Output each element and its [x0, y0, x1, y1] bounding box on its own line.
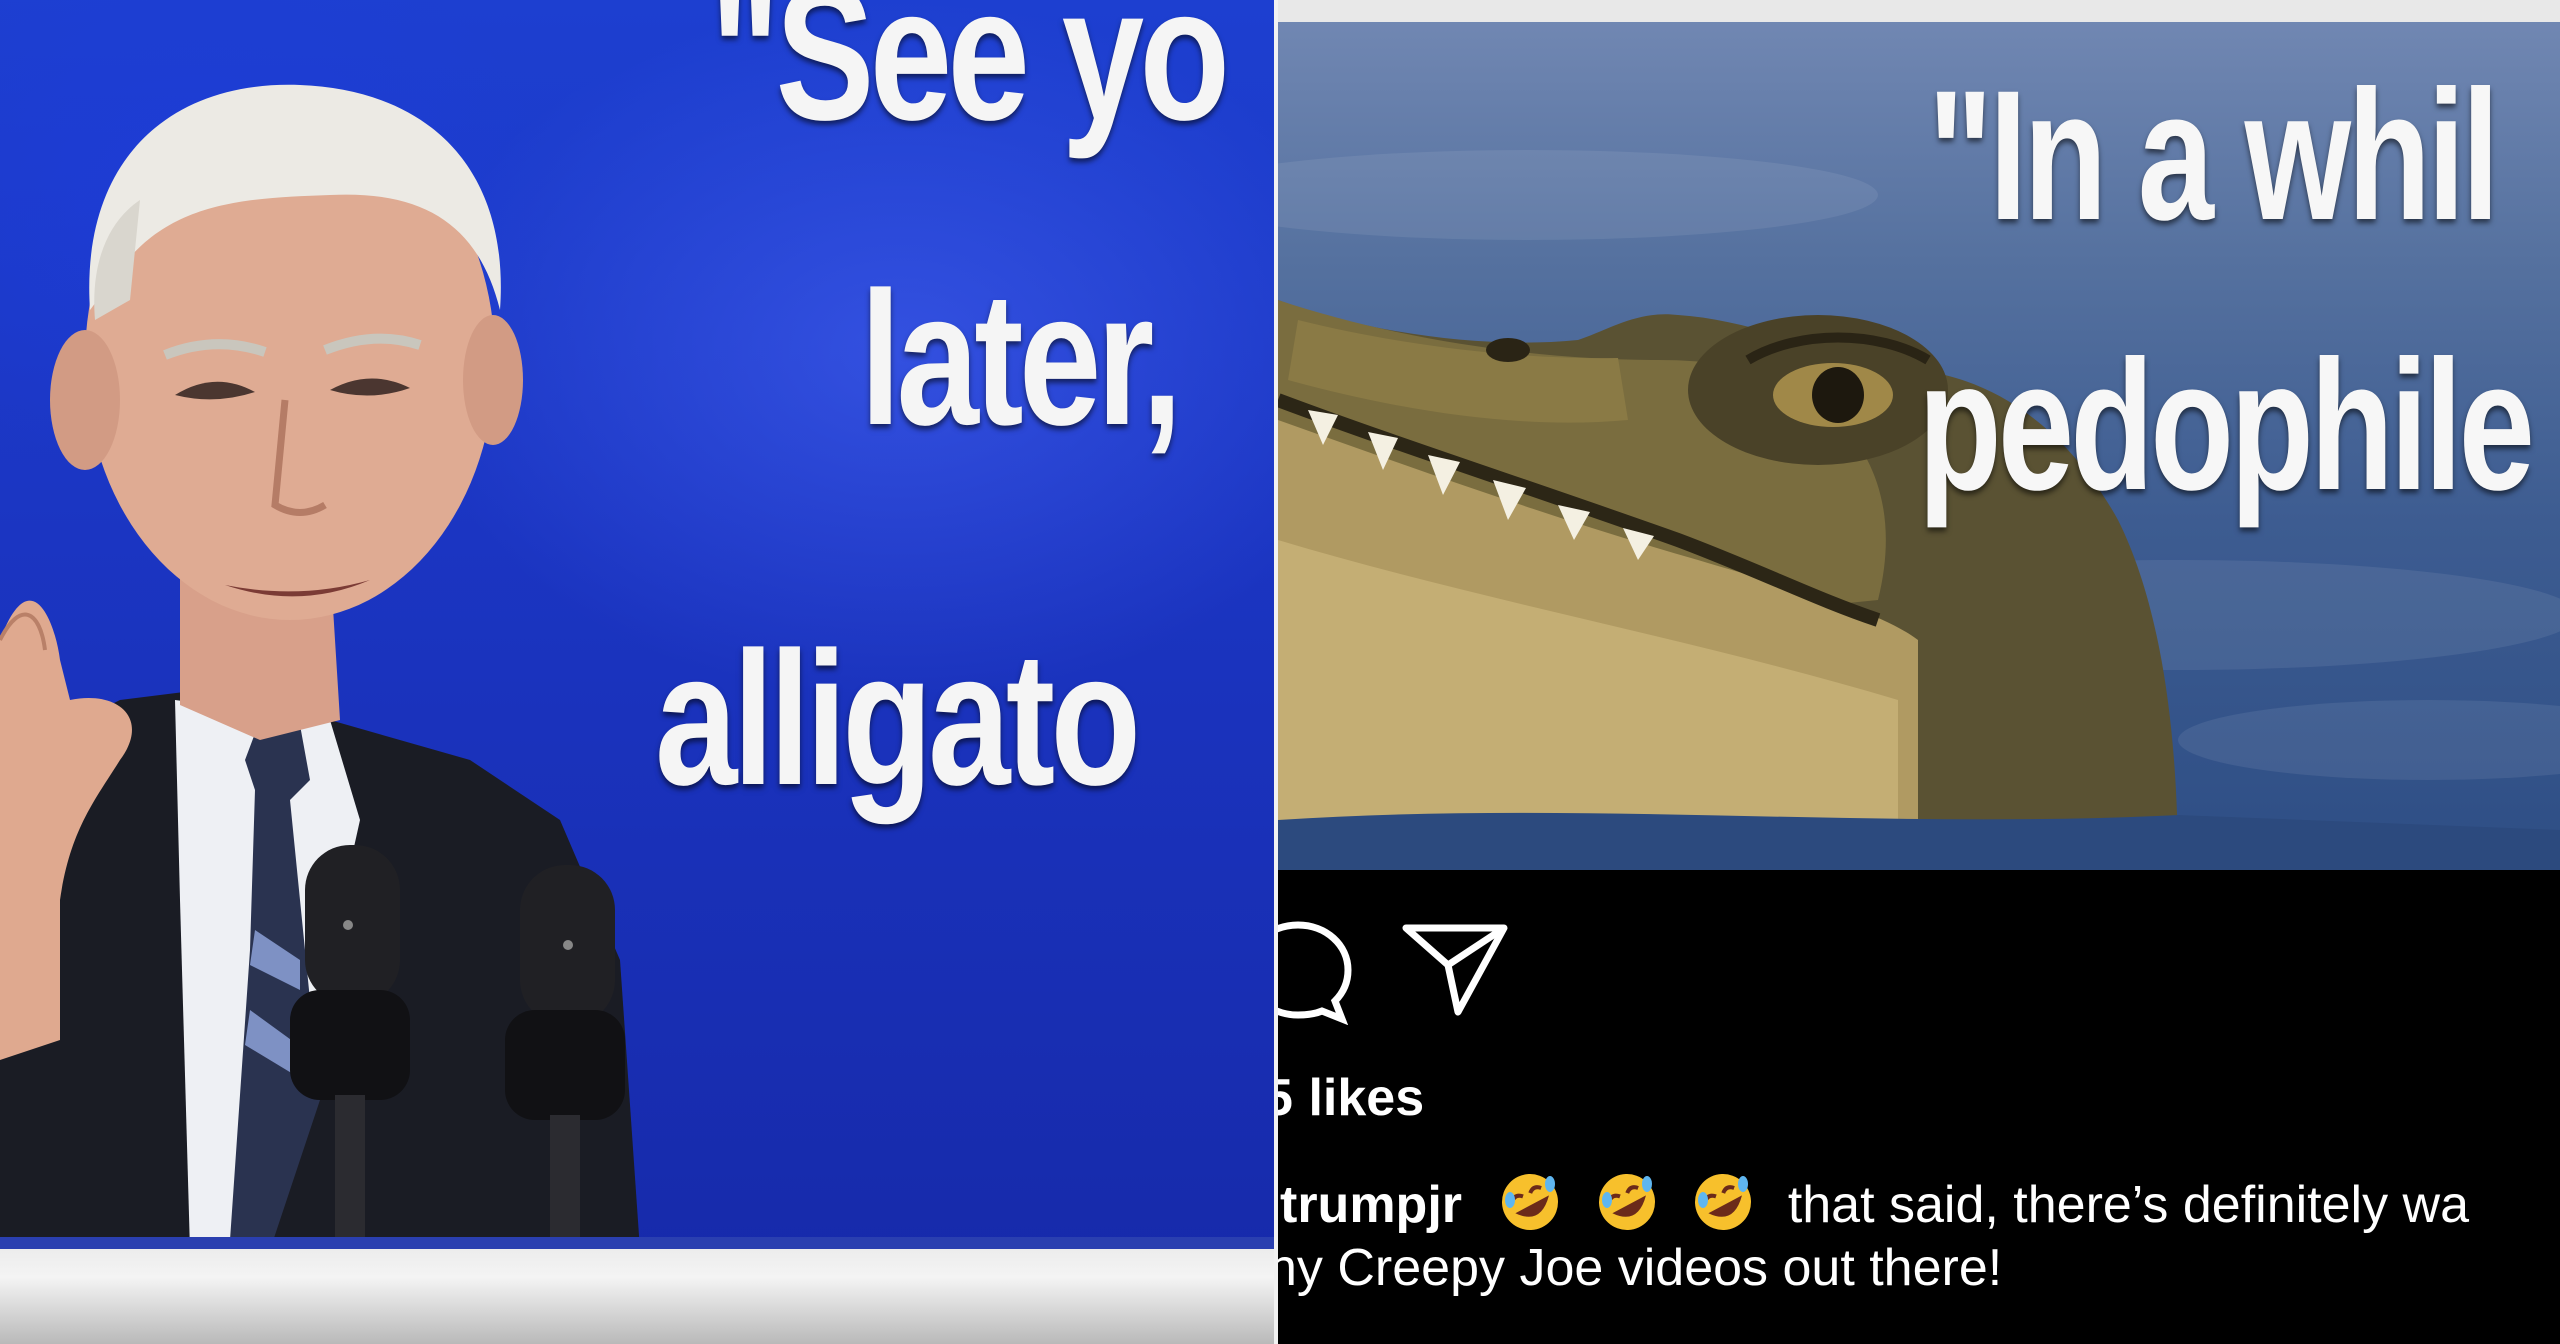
- meme-caption-line-2: later,: [860, 253, 1183, 465]
- meme-caption-line-1: "In a whil: [1928, 53, 2500, 259]
- caption-text-line-2: ny Creepy Joe videos out there!: [1278, 1239, 2003, 1297]
- likes-number: 5: [1278, 1069, 1293, 1127]
- rolling-on-floor-laughing-icon: [1598, 1174, 1655, 1230]
- left-meme-panel: "See yo later, alligato: [0, 0, 1278, 1344]
- post-image[interactable]: "In a whil pedophile: [1278, 0, 2560, 870]
- meme-caption-line-2: pedophile: [1918, 323, 2535, 529]
- comment-icon[interactable]: [1278, 915, 1358, 1025]
- meme-composite: "See yo later, alligato "In a whil pedop…: [0, 0, 2560, 1344]
- caption-username[interactable]: trumpjr: [1280, 1176, 1462, 1234]
- rolling-on-floor-laughing-icon: [1695, 1174, 1752, 1230]
- rolling-on-floor-laughing-icon: [1502, 1174, 1559, 1230]
- caption-text-line-1: that said, there’s definitely wa: [1787, 1176, 2470, 1234]
- share-icon[interactable]: [1398, 920, 1513, 1020]
- likes-count[interactable]: 5 likes: [1278, 1068, 1424, 1128]
- podium-strip: [0, 1249, 1278, 1344]
- podium-edge: [0, 1237, 1278, 1249]
- right-post-panel: "In a whil pedophile 5 likes trumpjr tha…: [1278, 0, 2560, 1344]
- meme-caption-line-3: alligato: [655, 613, 1141, 825]
- caption: trumpjr that said, there’s definitely wa: [1280, 1170, 2469, 1235]
- likes-label: likes: [1308, 1069, 1425, 1127]
- meme-caption-line-1: "See yo: [710, 0, 1230, 160]
